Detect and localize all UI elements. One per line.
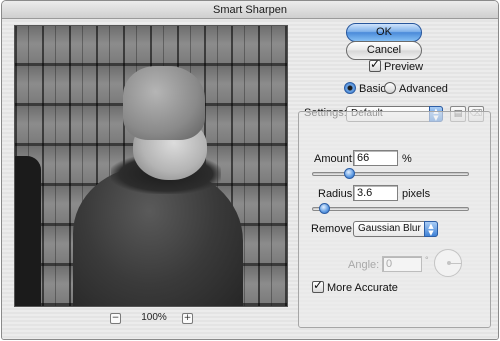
- angle-label: Angle:: [348, 259, 380, 271]
- cancel-button[interactable]: Cancel: [346, 41, 422, 60]
- radius-unit: pixels: [402, 188, 431, 200]
- select-arrows-icon: ▲▼: [424, 221, 438, 237]
- angle-unit: °: [425, 255, 429, 265]
- remove-label: Remove:: [311, 223, 356, 235]
- more-accurate-checkbox[interactable]: ✓: [312, 278, 324, 293]
- dial-needle: [449, 263, 462, 264]
- remove-select[interactable]: Gaussian Blur ▲ ▼: [353, 221, 438, 237]
- radius-field[interactable]: 3.6: [353, 185, 398, 201]
- amount-field[interactable]: 66: [353, 150, 398, 166]
- mode-basic-row[interactable]: Basic: [344, 82, 386, 95]
- smart-sharpen-dialog: Smart Sharpen − 100% + OK Cancel ✓ Previe…: [1, 0, 499, 340]
- ok-button[interactable]: OK: [346, 23, 422, 42]
- zoom-level: 100%: [141, 312, 167, 323]
- window-title: Smart Sharpen: [2, 1, 498, 19]
- angle-field[interactable]: 0: [382, 256, 422, 272]
- preview-image[interactable]: [14, 25, 288, 307]
- advanced-label: Advanced: [399, 83, 448, 95]
- child-hat: [123, 66, 205, 140]
- zoom-in-button[interactable]: +: [182, 313, 193, 324]
- amount-unit: %: [402, 153, 412, 165]
- zoom-out-button[interactable]: −: [110, 313, 121, 324]
- dialog-content: − 100% + OK Cancel ✓ Preview Basic Advanc…: [2, 20, 498, 339]
- zoom-bar: − 100% +: [14, 311, 288, 327]
- check-icon: ✓: [313, 278, 324, 292]
- amount-slider-track[interactable]: [312, 172, 469, 176]
- more-accurate-row[interactable]: ✓ More Accurate: [312, 278, 398, 294]
- basic-label: Basic: [359, 83, 386, 95]
- advanced-radio[interactable]: [384, 82, 396, 94]
- amount-label: Amount:: [314, 153, 355, 165]
- radius-label: Radius:: [318, 188, 356, 200]
- dark-figure: [15, 156, 41, 306]
- more-accurate-label: More Accurate: [327, 282, 398, 294]
- preview-label: Preview: [384, 61, 424, 73]
- mode-advanced-row[interactable]: Advanced: [384, 82, 448, 95]
- preview-checkbox-row[interactable]: ✓ Preview: [369, 57, 424, 73]
- settings-group: [298, 111, 491, 328]
- basic-radio[interactable]: [344, 82, 356, 94]
- remove-value: Gaussian Blur: [358, 223, 421, 234]
- angle-dial[interactable]: [434, 249, 462, 277]
- radius-slider-track[interactable]: [312, 207, 469, 211]
- preview-checkbox[interactable]: ✓: [369, 57, 381, 72]
- check-icon: ✓: [370, 57, 381, 71]
